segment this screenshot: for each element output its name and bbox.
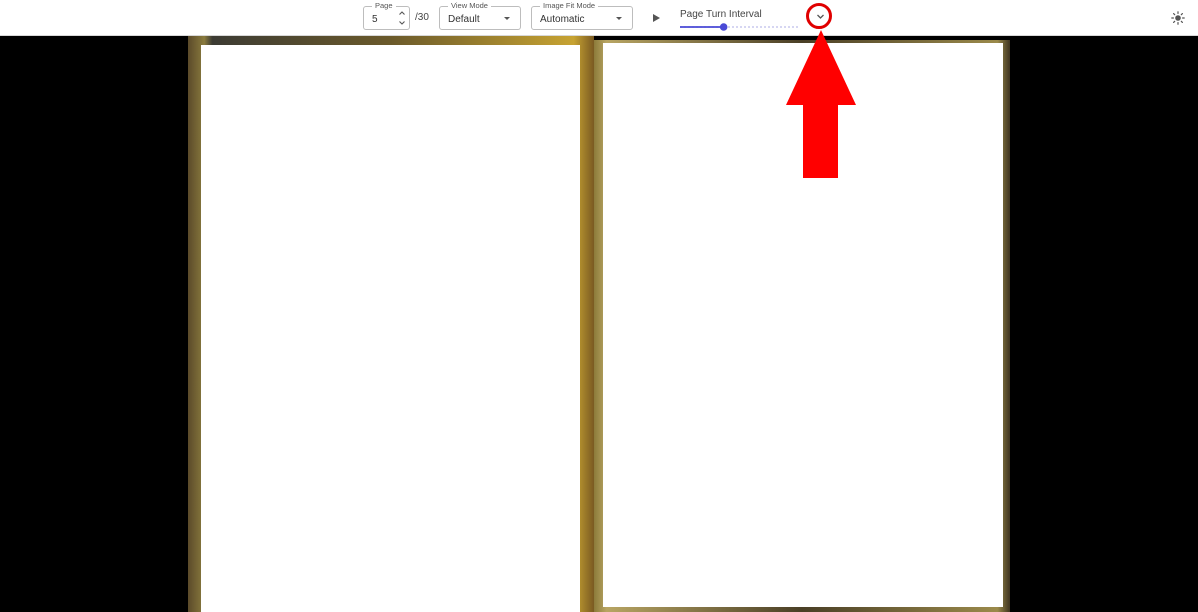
page-turn-interval-slider[interactable] xyxy=(680,22,798,32)
page-number-value[interactable]: 5 xyxy=(372,14,378,26)
page-field-label: Page xyxy=(372,1,396,11)
left-page-blank-area xyxy=(201,45,580,612)
sun-icon[interactable] xyxy=(1171,11,1185,25)
play-icon[interactable] xyxy=(650,12,662,24)
slider-thumb[interactable] xyxy=(719,23,728,31)
annotation-highlight-circle xyxy=(806,3,832,29)
page-number-field[interactable]: Page 5 xyxy=(363,1,410,30)
page-total: /30 xyxy=(415,12,429,23)
annotation-up-arrow xyxy=(786,30,856,178)
image-fit-mode-label: Image Fit Mode xyxy=(540,1,599,11)
dropdown-caret-icon xyxy=(616,17,622,20)
view-mode-label: View Mode xyxy=(448,1,491,11)
image-fit-mode-select[interactable]: Image Fit Mode Automatic xyxy=(531,1,633,30)
dropdown-caret-icon xyxy=(504,17,510,20)
page-turn-interval-label: Page Turn Interval xyxy=(680,9,762,20)
view-mode-value: Default xyxy=(448,14,480,25)
decrement-page-icon[interactable] xyxy=(398,19,406,27)
image-fit-mode-value: Automatic xyxy=(540,14,585,25)
view-mode-select[interactable]: View Mode Default xyxy=(439,1,521,30)
increment-page-icon[interactable] xyxy=(398,9,406,17)
reader-toolbar: Page 5 /30 View Mode Default Image Fit M… xyxy=(0,0,1198,36)
